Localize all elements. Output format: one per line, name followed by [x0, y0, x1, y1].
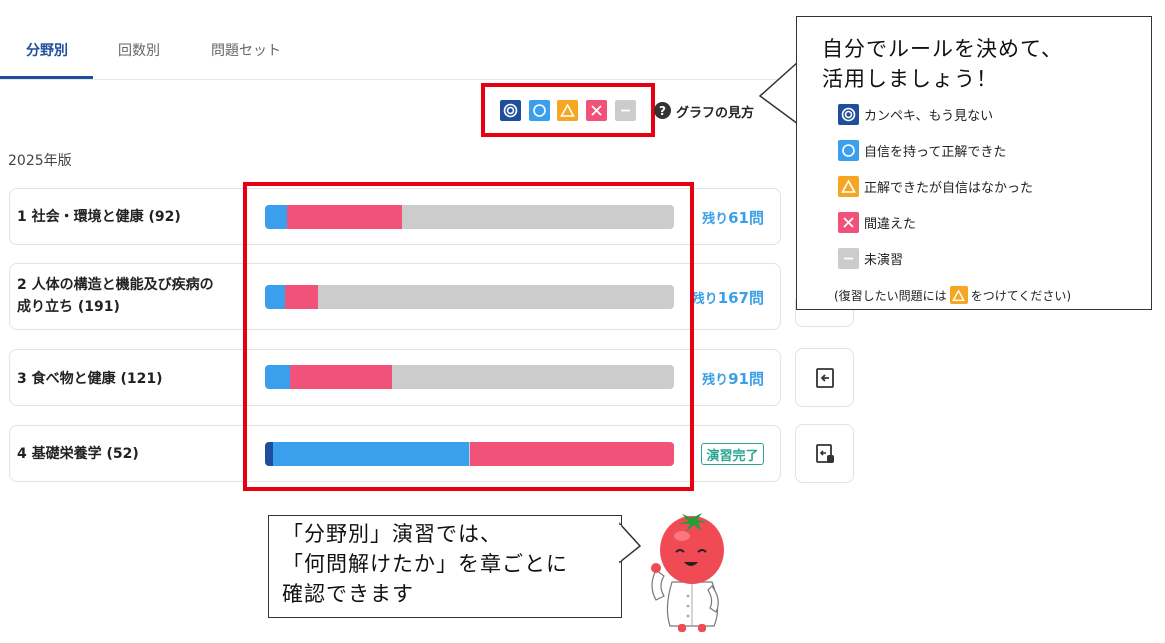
tab-by-field[interactable]: 分野別 — [26, 40, 68, 60]
callout-tail — [758, 60, 800, 126]
chapter-title: 4 基礎栄養学 (52) — [17, 446, 139, 462]
legend-item-unsure: 正解できたが自信はなかった — [838, 176, 1033, 197]
bars-highlight-frame — [243, 182, 694, 491]
legend-item-perfect: カンペキ、もう見ない — [838, 104, 993, 125]
legend-item-wrong: 間違えた — [838, 212, 916, 233]
tab-problem-set[interactable]: 問題セット — [211, 40, 281, 60]
dash-icon — [838, 248, 859, 269]
legend-item-unstudied: 未演習 — [838, 248, 903, 269]
circle-icon — [838, 140, 859, 161]
chapter-title: 2 人体の構造と機能及び疾病の 成り立ち (191) — [17, 277, 214, 315]
callout-heading: 自分でルールを決めて、 活用しましょう！ — [822, 37, 1063, 91]
legend-item-confident: 自信を持って正解できた — [838, 140, 1006, 161]
legend-note: (復習したい問題には をつけてください) — [834, 286, 1071, 304]
help-icon[interactable]: ? — [654, 102, 671, 119]
callout-tail — [618, 522, 642, 564]
triangle-icon — [949, 286, 968, 304]
double-circle-icon — [838, 104, 859, 125]
triangle-icon — [838, 176, 859, 197]
tab-by-exam[interactable]: 回数別 — [118, 40, 160, 60]
review-button[interactable] — [795, 348, 854, 407]
graph-help-link[interactable]: グラフの見方 — [676, 102, 754, 121]
chapter-title: 3 食べ物と健康 (121) — [17, 371, 163, 387]
review-hand-icon — [815, 443, 834, 463]
remaining-count: 残り91問 — [702, 370, 764, 388]
remaining-count: 残り167問 — [691, 289, 764, 307]
active-tab-indicator — [0, 76, 93, 79]
exit-arrow-icon — [815, 367, 834, 388]
completed-badge: 演習完了 — [701, 443, 764, 465]
review-button[interactable] — [795, 424, 854, 483]
legend-highlight-frame — [481, 83, 655, 137]
remaining-count: 残り61問 — [702, 209, 764, 227]
tomato-mascot — [651, 513, 724, 632]
callout-text: 「分野別」演習では、 「何問解けたか」を章ごとに 確認できます — [282, 522, 568, 606]
chapter-title: 1 社会・環境と健康 (92) — [17, 209, 181, 225]
cross-icon — [838, 212, 859, 233]
edition-label: 2025年版 — [8, 153, 72, 169]
